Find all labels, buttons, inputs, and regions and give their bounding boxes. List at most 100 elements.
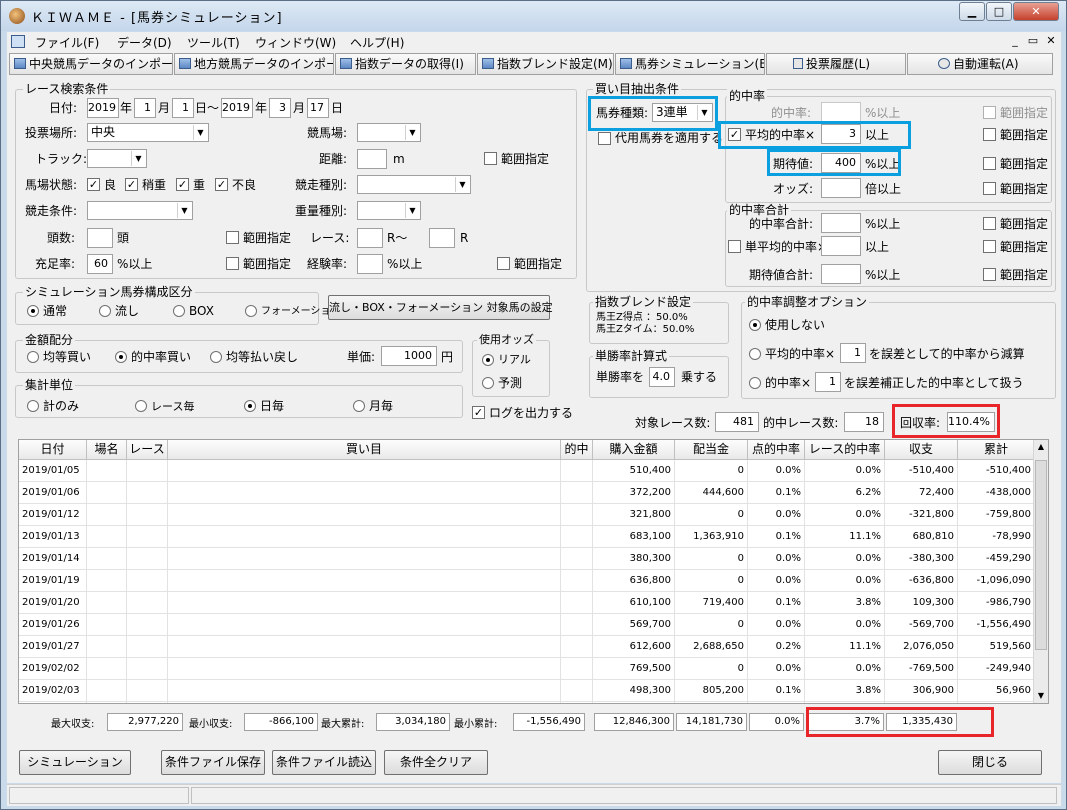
results-table[interactable]: 日付 場名 レース 買い目 的中 購入金額 配当金 点的中率 レース的中率 収支… bbox=[18, 439, 1049, 704]
vote-history-button[interactable]: 投票履歴(L) bbox=[766, 53, 906, 75]
load-condition-button[interactable]: 条件ファイル読込 bbox=[272, 750, 376, 775]
col-date[interactable]: 日付 bbox=[19, 440, 87, 460]
track-select[interactable]: ▼ bbox=[87, 149, 147, 168]
exp-range-checkbox[interactable] bbox=[497, 257, 510, 270]
fill-input[interactable]: 60 bbox=[87, 254, 113, 274]
mdi-minimize-icon[interactable]: _ bbox=[1007, 34, 1023, 49]
hitrate-range-checkbox[interactable] bbox=[983, 106, 996, 119]
tally-total-radio[interactable] bbox=[27, 400, 39, 412]
table-row[interactable]: 2019/02/03 498,300 805,200 0.1% 3.8% 306,900 5… bbox=[19, 680, 1035, 702]
minimize-icon[interactable]: ▁ bbox=[959, 2, 985, 21]
import-central-button[interactable]: 中央競馬データのインポート(J) bbox=[9, 53, 173, 75]
odds-range-checkbox[interactable] bbox=[983, 182, 996, 195]
cond-bad-checkbox[interactable]: ✓ bbox=[215, 178, 228, 191]
mdi-close-icon[interactable]: ✕ bbox=[1043, 34, 1059, 49]
cond-slightly-heavy-checkbox[interactable]: ✓ bbox=[125, 178, 138, 191]
sim-formation-radio[interactable] bbox=[245, 305, 257, 317]
col-tickets[interactable]: 買い目 bbox=[168, 440, 561, 460]
to-day-input[interactable]: 17 bbox=[307, 98, 329, 118]
substitute-checkbox[interactable] bbox=[598, 132, 611, 145]
scroll-thumb[interactable] bbox=[1035, 460, 1047, 650]
col-point-rate[interactable]: 点的中率 bbox=[748, 440, 805, 460]
avg-range-checkbox[interactable] bbox=[983, 128, 996, 141]
col-profit[interactable]: 収支 bbox=[885, 440, 958, 460]
import-local-button[interactable]: 地方競馬データのインポート(N) bbox=[174, 53, 334, 75]
tally-month-radio[interactable] bbox=[353, 400, 365, 412]
race-from-input[interactable] bbox=[357, 228, 383, 248]
log-output-checkbox[interactable]: ✓ bbox=[472, 406, 485, 419]
odds-real-radio[interactable] bbox=[482, 354, 494, 366]
col-venue[interactable]: 場名 bbox=[87, 440, 127, 460]
col-hit[interactable]: 的中 bbox=[561, 440, 593, 460]
sim-nagashi-radio[interactable] bbox=[99, 305, 111, 317]
fetch-index-button[interactable]: 指数データの取得(I) bbox=[335, 53, 476, 75]
fill-range-checkbox[interactable] bbox=[226, 257, 239, 270]
hitsum-input[interactable] bbox=[821, 213, 861, 233]
table-row[interactable]: 2019/01/19 636,800 0 0.0% 0.0% -636,800 -1,096… bbox=[19, 570, 1035, 592]
expsum-input[interactable] bbox=[821, 264, 861, 284]
money-payout-radio[interactable] bbox=[210, 351, 222, 363]
adjust-avg-radio[interactable] bbox=[749, 348, 761, 360]
col-buy[interactable]: 購入金額 bbox=[593, 440, 675, 460]
table-row[interactable]: 2019/01/13 683,100 1,363,910 0.1% 11.1% 680,8… bbox=[19, 526, 1035, 548]
venue-select[interactable]: 中央 ▼ bbox=[87, 123, 209, 142]
close-icon[interactable]: ✕ bbox=[1013, 2, 1059, 21]
sim-normal-radio[interactable] bbox=[27, 305, 39, 317]
race-cond-select[interactable]: ▼ bbox=[87, 201, 193, 220]
cond-heavy-checkbox[interactable]: ✓ bbox=[176, 178, 189, 191]
track-name-select[interactable]: ▼ bbox=[357, 123, 421, 142]
adjust-none-radio[interactable] bbox=[749, 319, 761, 331]
money-equal-radio[interactable] bbox=[27, 351, 39, 363]
table-row[interactable]: 2019/01/06 372,200 444,600 0.1% 6.2% 72,400 -4… bbox=[19, 482, 1035, 504]
tally-day-radio[interactable] bbox=[244, 400, 256, 412]
to-month-input[interactable]: 3 bbox=[269, 98, 291, 118]
menu-file[interactable]: ファイル(F) bbox=[35, 34, 99, 51]
simulate-button[interactable]: シミュレーション bbox=[19, 750, 131, 775]
menu-tools[interactable]: ツール(T) bbox=[187, 34, 240, 51]
from-year-input[interactable]: 2019 bbox=[87, 98, 119, 118]
save-condition-button[interactable]: 条件ファイル保存 bbox=[161, 750, 265, 775]
target-horse-button[interactable]: 流し・BOX・フォーメーション 対象馬の設定 bbox=[328, 295, 553, 320]
expsum-range-checkbox[interactable] bbox=[983, 268, 996, 281]
heads-input[interactable] bbox=[87, 228, 113, 248]
index-blend-button[interactable]: 指数ブレンド設定(M) bbox=[477, 53, 614, 75]
clear-condition-button[interactable]: 条件全クリア bbox=[384, 750, 488, 775]
single-range-checkbox[interactable] bbox=[983, 240, 996, 253]
table-row[interactable]: 2019/01/12 321,800 0 0.0% 0.0% -321,800 -759,8… bbox=[19, 504, 1035, 526]
table-row[interactable]: 2019/01/14 380,300 0 0.0% 0.0% -380,300 -459,2… bbox=[19, 548, 1035, 570]
single-avg-input[interactable] bbox=[821, 236, 861, 256]
cond-good-checkbox[interactable]: ✓ bbox=[87, 178, 100, 191]
from-day-input[interactable]: 1 bbox=[172, 98, 194, 118]
adjust-avg-input[interactable]: 1 bbox=[840, 343, 866, 363]
mdi-doc-icon[interactable] bbox=[11, 35, 25, 48]
menu-data[interactable]: データ(D) bbox=[117, 34, 172, 51]
col-race[interactable]: レース bbox=[127, 440, 168, 460]
hitsum-range-checkbox[interactable] bbox=[983, 217, 996, 230]
adjust-rate-input[interactable]: 1 bbox=[815, 372, 841, 392]
sim-box-radio[interactable] bbox=[173, 305, 185, 317]
col-payout[interactable]: 配当金 bbox=[675, 440, 748, 460]
auto-run-button[interactable]: 自動運転(A) bbox=[907, 53, 1053, 75]
scroll-down-icon[interactable]: ▼ bbox=[1034, 689, 1048, 703]
menu-window[interactable]: ウィンドウ(W) bbox=[255, 34, 336, 51]
scroll-up-icon[interactable]: ▲ bbox=[1034, 440, 1048, 454]
close-button[interactable]: 閉じる bbox=[938, 750, 1042, 775]
weight-select[interactable]: ▼ bbox=[357, 201, 421, 220]
distance-input[interactable] bbox=[357, 149, 387, 169]
tally-race-radio[interactable] bbox=[135, 400, 147, 412]
col-cumulative[interactable]: 累計 bbox=[958, 440, 1035, 460]
ticket-sim-button[interactable]: 馬券シミュレーション(B) bbox=[615, 53, 765, 75]
table-row[interactable]: 2019/01/05 510,400 0 0.0% 0.0% -510,400 -510,4… bbox=[19, 460, 1035, 482]
table-row[interactable]: 2019/02/02 769,500 0 0.0% 0.0% -769,500 -249,9… bbox=[19, 658, 1035, 680]
race-to-input[interactable] bbox=[429, 228, 455, 248]
heads-range-checkbox[interactable] bbox=[226, 231, 239, 244]
unit-price-input[interactable]: 1000 bbox=[381, 346, 437, 366]
mdi-restore-icon[interactable]: ▭ bbox=[1025, 34, 1041, 49]
maximize-icon[interactable]: □ bbox=[986, 2, 1012, 21]
odds-forecast-radio[interactable] bbox=[482, 377, 494, 389]
single-avg-checkbox[interactable] bbox=[728, 240, 741, 253]
table-row[interactable]: 2019/02/09 486,7003,463,9200.3%17.6%2,977… bbox=[19, 702, 1035, 703]
money-hitrate-radio[interactable] bbox=[115, 351, 127, 363]
col-race-rate[interactable]: レース的中率 bbox=[805, 440, 885, 460]
expect-range-checkbox[interactable] bbox=[983, 157, 996, 170]
